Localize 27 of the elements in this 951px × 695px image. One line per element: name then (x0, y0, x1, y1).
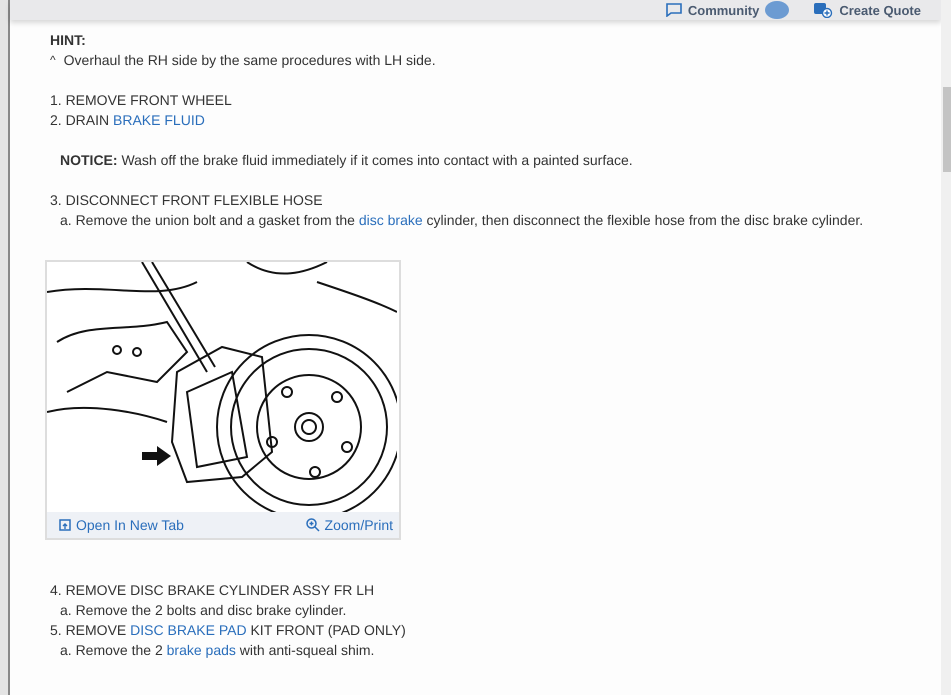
create-quote-link[interactable]: Create Quote (839, 2, 921, 18)
zoom-icon (306, 518, 320, 532)
step-text: 1. REMOVE FRONT WHEEL (50, 91, 233, 110)
count-badge (765, 1, 790, 19)
step-text: 2. DRAIN BRAKE FLUID (50, 111, 206, 130)
substep-text: a. Remove the 2 bolts and disc brake cylinder. (59, 601, 348, 620)
notice-text: NOTICE: Wash off the brake fluid immediately if it comes into contact with a painted surface. (59, 151, 634, 170)
substep-text: a. Remove the 2 brake pads with anti-squeal shim. (59, 641, 376, 660)
substep-text: a. Remove the union bolt and a gasket from the disc brake cylinder, then disconnect the flexible hose from the disc brake cylinder. (59, 211, 864, 230)
open-in-new-tab-link[interactable]: Open In New Tab (59, 515, 184, 535)
text-link[interactable]: DISC BRAKE PAD (130, 622, 247, 638)
quote-icon[interactable] (813, 2, 834, 18)
new-tab-icon (59, 519, 71, 531)
scrollbar-thumb[interactable] (943, 87, 951, 172)
scrollbar[interactable] (941, 0, 951, 695)
hint-label: HINT: (50, 31, 87, 50)
chat-icon[interactable] (666, 3, 682, 17)
step-text: 3. DISCONNECT FRONT FLEXIBLE HOSE (50, 191, 324, 210)
hint-text: Overhaul the RH side by the same procedures with LH side. (64, 51, 436, 70)
community-link[interactable]: Community (688, 2, 760, 18)
text-link[interactable]: brake pads (166, 642, 236, 658)
text-link[interactable]: BRAKE FLUID (113, 112, 205, 128)
step-text: 5. REMOVE DISC BRAKE PAD KIT FRONT (PAD ONLY) (50, 621, 407, 640)
step-text: 4. REMOVE DISC BRAKE CYLINDER ASSY FR LH (50, 581, 376, 600)
text-link[interactable]: disc brake (358, 212, 423, 228)
hint-marker: ^ (50, 52, 56, 69)
zoom-print-link[interactable]: Zoom/Print (306, 515, 393, 535)
